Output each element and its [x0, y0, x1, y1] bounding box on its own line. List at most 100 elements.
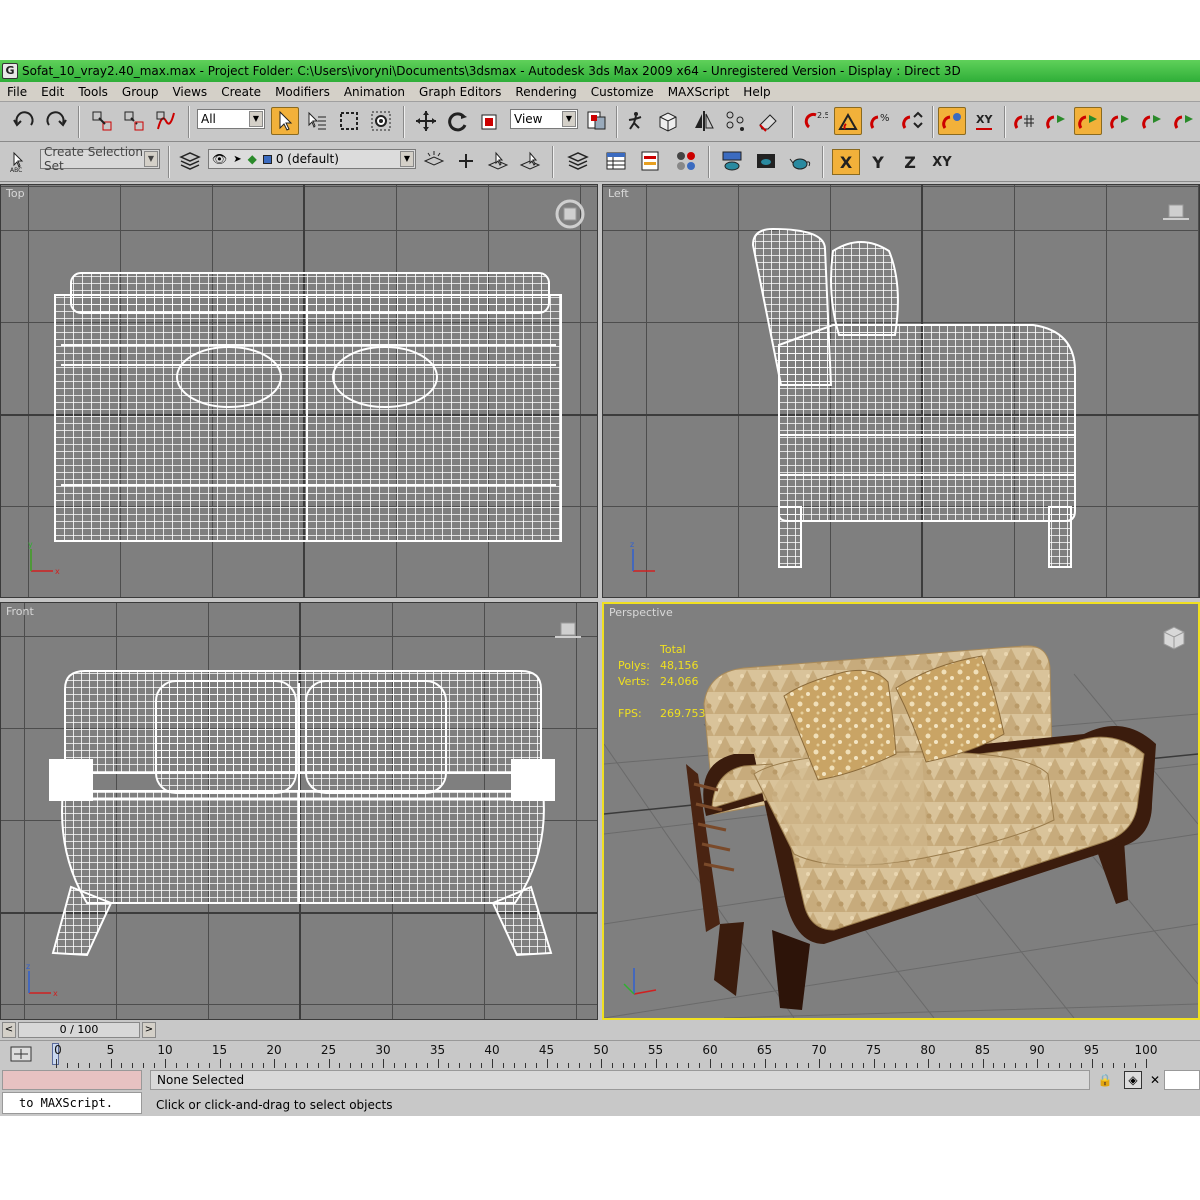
select-and-manipulate-button[interactable]: [622, 107, 650, 135]
select-by-name-button[interactable]: [303, 107, 331, 135]
time-slider-prev-button[interactable]: <: [2, 1022, 16, 1038]
pivot-center-icon: [587, 111, 606, 130]
xy-plane-icon: XY: [976, 113, 993, 130]
mirror-button[interactable]: [690, 107, 718, 135]
menu-graph-editors[interactable]: Graph Editors: [412, 85, 508, 99]
undo-button[interactable]: [10, 107, 38, 135]
secondary-toolbar: ABC Create Selection Set ▼ 👁 ➤ ◆ 0 (defa…: [0, 142, 1200, 182]
separator: [552, 146, 554, 178]
maxscript-listener-output[interactable]: to MAXScript.: [2, 1092, 142, 1114]
viewport-front[interactable]: Front x z: [0, 602, 598, 1020]
select-and-link-button[interactable]: [88, 107, 116, 135]
menu-help[interactable]: Help: [736, 85, 777, 99]
menu-group[interactable]: Group: [115, 85, 166, 99]
menu-customize[interactable]: Customize: [584, 85, 661, 99]
selection-filter-dropdown[interactable]: All ▼: [197, 109, 265, 129]
rendered-frame-window-button[interactable]: [1138, 107, 1166, 135]
track-view-icon: [641, 151, 659, 171]
track-bar[interactable]: 0 5 10 15 20 25 30 35 40 45 50 55 60 65 70 75 80 85 90 95 10…: [0, 1040, 1200, 1068]
select-and-scale-button[interactable]: [476, 107, 504, 135]
select-object-button[interactable]: [271, 107, 299, 135]
menu-maxscript[interactable]: MAXScript: [661, 85, 737, 99]
title-bar: G Sofat_10_vray2.40_max.max - Project Fo…: [0, 60, 1200, 82]
window-crossing-button[interactable]: [367, 107, 395, 135]
menu-file[interactable]: File: [0, 85, 34, 99]
ruler-label: 5: [106, 1043, 115, 1057]
axis-tripod-perspective: [623, 968, 657, 995]
render-setup-icon: [1110, 115, 1129, 129]
ruler-label: 40: [484, 1043, 500, 1057]
menu-views[interactable]: Views: [165, 85, 214, 99]
pivot-center-button[interactable]: [583, 107, 611, 135]
menu-rendering[interactable]: Rendering: [508, 85, 583, 99]
select-and-rotate-button[interactable]: [444, 107, 472, 135]
restrict-to-x-button[interactable]: X: [832, 149, 860, 175]
select-and-move-button[interactable]: [412, 107, 440, 135]
create-new-layer-button[interactable]: [420, 147, 448, 175]
named-selection-sets-button[interactable]: ABC: [6, 147, 34, 175]
align-button[interactable]: [722, 107, 750, 135]
redo-button[interactable]: [42, 107, 70, 135]
menu-tools[interactable]: Tools: [71, 85, 115, 99]
select-in-layer-button[interactable]: [484, 147, 512, 175]
ruler-label: 0: [54, 1043, 62, 1057]
restrict-to-xy-button[interactable]: XY: [928, 149, 956, 175]
set-current-layer-button[interactable]: [516, 147, 544, 175]
material-browser-button[interactable]: [672, 147, 700, 175]
schematic-view-button[interactable]: [1042, 107, 1070, 135]
bind-to-space-warp-button[interactable]: [152, 107, 180, 135]
axis-constraint-xy-button[interactable]: XY: [970, 107, 998, 135]
lock-icon[interactable]: 🔒: [1096, 1071, 1114, 1089]
perspective-scene: [604, 645, 1198, 1018]
quick-render-button[interactable]: [1170, 107, 1198, 135]
viewport-left[interactable]: Left z: [602, 184, 1200, 598]
menu-animation[interactable]: Animation: [337, 85, 412, 99]
track-view-button[interactable]: [636, 147, 664, 175]
ruler-tick: [982, 1059, 984, 1068]
ruler-tick: [928, 1059, 929, 1068]
x-coordinate-field[interactable]: [1164, 1070, 1200, 1090]
layer-dropdown[interactable]: 👁 ➤ ◆ 0 (default) ▼: [208, 149, 416, 169]
time-slider[interactable]: < 0 / 100 >: [0, 1020, 1200, 1040]
layer-manager-button[interactable]: [754, 107, 782, 135]
selection-filter-value: All: [201, 112, 216, 126]
angle-snap-toggle-button[interactable]: [834, 107, 862, 135]
box-icon: [659, 112, 677, 132]
add-to-layer-button[interactable]: [452, 147, 480, 175]
separator: [708, 146, 710, 178]
menu-edit[interactable]: Edit: [34, 85, 71, 99]
menu-create[interactable]: Create: [214, 85, 268, 99]
maxscript-listener-input[interactable]: [2, 1070, 142, 1090]
viewport-top[interactable]: Top x y: [0, 184, 598, 598]
keyboard-shortcut-override-button[interactable]: [654, 107, 682, 135]
snap-toggle-button[interactable]: 2.5: [802, 107, 830, 135]
time-slider-next-button[interactable]: >: [142, 1022, 156, 1038]
unlink-button[interactable]: [120, 107, 148, 135]
spinner-snap-toggle-button[interactable]: [898, 107, 926, 135]
curve-editor-icon: [1014, 115, 1034, 129]
curve-editor-button[interactable]: [1010, 107, 1038, 135]
rendered-frame-button[interactable]: [752, 147, 780, 175]
key-filter-icon[interactable]: [10, 1045, 32, 1063]
render-setup-dialog-button[interactable]: [718, 147, 746, 175]
manipulate-icon: [628, 112, 642, 130]
menu-modifiers[interactable]: Modifiers: [268, 85, 337, 99]
transform-mode-icon[interactable]: ◈: [1124, 1071, 1142, 1089]
manage-layers-button[interactable]: [564, 147, 592, 175]
render-production-button[interactable]: [786, 147, 814, 175]
reference-coordinate-dropdown[interactable]: View ▼: [510, 109, 578, 129]
axis-tripod-top: x y: [28, 540, 60, 576]
restrict-to-z-button[interactable]: Z: [896, 149, 924, 175]
app-icon[interactable]: G: [2, 63, 18, 79]
time-slider-thumb[interactable]: 0 / 100: [18, 1022, 140, 1038]
layers-button[interactable]: [176, 147, 204, 175]
selection-set-dropdown[interactable]: Create Selection Set ▼: [40, 145, 160, 173]
scene-explorer-button[interactable]: [602, 147, 630, 175]
edit-named-selection-button[interactable]: [938, 107, 966, 135]
restrict-to-y-button[interactable]: Y: [864, 149, 892, 175]
viewport-perspective[interactable]: Perspective Total Polys: 48,156 Verts: 24,…: [602, 602, 1200, 1020]
rectangular-selection-region-button[interactable]: [335, 107, 363, 135]
render-setup-button[interactable]: [1106, 107, 1134, 135]
percent-snap-toggle-button[interactable]: %: [866, 107, 894, 135]
material-editor-button[interactable]: [1074, 107, 1102, 135]
